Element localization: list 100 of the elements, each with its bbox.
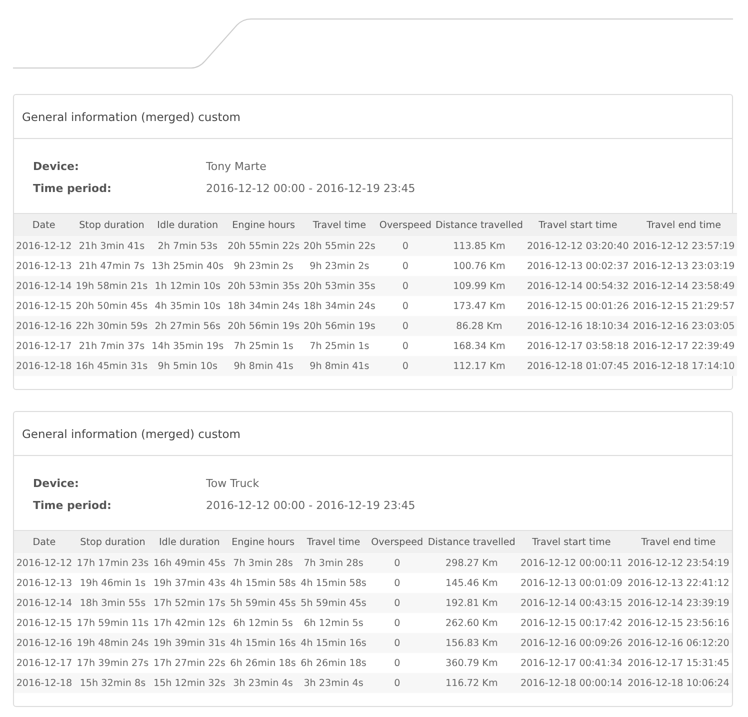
table-cell: 2016-12-17 22:39:49 xyxy=(630,336,737,356)
column-header: Idle duration xyxy=(150,214,226,236)
table-cell: 112.17 Km xyxy=(433,356,525,376)
table-cell: 2016-12-15 00:17:42 xyxy=(518,613,625,633)
column-header: Engine hours xyxy=(226,214,302,236)
table-cell: 2016-12-16 00:09:26 xyxy=(518,633,625,653)
table-cell: 2016-12-15 xyxy=(14,613,74,633)
info-value: Tony Marte xyxy=(206,160,268,173)
column-header: Travel time xyxy=(301,214,378,236)
table-cell: 0 xyxy=(368,553,426,573)
table-cell: 2016-12-15 xyxy=(14,296,74,316)
table-cell: 2h 27min 56s xyxy=(150,316,226,336)
table-cell: 6h 12min 5s xyxy=(228,613,298,633)
table-cell: 18h 34min 24s xyxy=(226,296,302,316)
table-cell: 7h 25min 1s xyxy=(226,336,302,356)
table-cell: 17h 27min 22s xyxy=(151,653,228,673)
table-cell: 9h 8min 41s xyxy=(301,356,378,376)
table-cell: 2016-12-12 23:57:19 xyxy=(630,236,737,256)
table-cell: 19h 48min 24s xyxy=(74,633,152,653)
table-cell: 13h 25min 40s xyxy=(150,256,226,276)
table-cell: 2016-12-15 00:01:26 xyxy=(524,296,631,316)
table-cell: 116.72 Km xyxy=(425,673,518,693)
column-header: Travel start time xyxy=(518,530,625,553)
table-cell: 2016-12-18 00:00:14 xyxy=(518,673,625,693)
table-cell: 2016-12-14 xyxy=(14,593,74,613)
table-cell: 20h 53min 35s xyxy=(226,276,302,296)
table-cell: 19h 58min 21s xyxy=(74,276,150,296)
table-cell: 17h 39min 27s xyxy=(74,653,152,673)
table-cell: 14h 35min 19s xyxy=(150,336,226,356)
table-cell: 0 xyxy=(377,356,434,376)
column-header: Travel start time xyxy=(524,214,631,236)
table-cell: 0 xyxy=(368,593,426,613)
table-cell: 2016-12-12 23:54:19 xyxy=(624,553,732,573)
table-cell: 20h 55min 22s xyxy=(226,236,302,256)
table-cell: 21h 3min 41s xyxy=(74,236,150,256)
info-label: Device: xyxy=(33,477,80,490)
table-cell: 0 xyxy=(377,236,434,256)
table-cell: 2016-12-18 xyxy=(14,673,74,693)
table-cell: 2016-12-12 00:00:11 xyxy=(518,553,625,573)
table-cell: 4h 35min 10s xyxy=(150,296,226,316)
table-cell: 2016-12-17 15:31:45 xyxy=(624,653,732,673)
table-cell: 9h 5min 10s xyxy=(150,356,226,376)
table-cell: 0 xyxy=(368,573,426,593)
table-cell: 262.60 Km xyxy=(425,613,518,633)
table-cell: 21h 7min 37s xyxy=(74,336,150,356)
table-cell: 2016-12-13 22:41:12 xyxy=(624,573,732,593)
table-cell: 2016-12-13 xyxy=(14,573,74,593)
table-cell: 2016-12-13 23:03:19 xyxy=(630,256,737,276)
table-cell: 7h 3min 28s xyxy=(228,553,298,573)
table-cell: 2016-12-15 21:29:57 xyxy=(630,296,737,316)
table-cell: 156.83 Km xyxy=(425,633,518,653)
table-cell: 6h 26min 18s xyxy=(298,653,369,673)
table-cell: 2016-12-12 xyxy=(14,236,74,256)
table-cell: 3h 23min 4s xyxy=(228,673,298,693)
table-cell: 16h 49min 45s xyxy=(151,553,228,573)
table-cell: 109.99 Km xyxy=(433,276,525,296)
table-cell: 19h 39min 31s xyxy=(151,633,228,653)
table-cell: 2016-12-12 xyxy=(14,553,74,573)
table-cell: 9h 23min 2s xyxy=(226,256,302,276)
table-cell: 2016-12-17 03:58:18 xyxy=(524,336,631,356)
table-cell: 21h 47min 7s xyxy=(74,256,150,276)
table-cell: 4h 15min 16s xyxy=(298,633,369,653)
column-header: Distance travelled xyxy=(425,530,518,553)
table-cell: 2016-12-16 xyxy=(14,316,74,336)
info-value: 2016-12-12 00:00 - 2016-12-19 23:45 xyxy=(206,499,416,512)
table-cell: 2016-12-17 xyxy=(14,336,74,356)
table-cell: 0 xyxy=(368,673,426,693)
table-cell: 18h 34min 24s xyxy=(301,296,378,316)
table-cell: 7h 3min 28s xyxy=(298,553,369,573)
info-label: Time period: xyxy=(33,182,112,195)
table-cell: 1h 12min 10s xyxy=(150,276,226,296)
table-cell: 5h 59min 45s xyxy=(228,593,298,613)
table-cell: 2016-12-18 xyxy=(14,356,74,376)
table-cell: 2016-12-16 06:12:20 xyxy=(624,633,732,653)
table-cell: 20h 56min 19s xyxy=(301,316,378,336)
table-cell: 173.47 Km xyxy=(433,296,525,316)
table-cell: 113.85 Km xyxy=(433,236,525,256)
column-header: Date xyxy=(14,530,74,553)
table-cell: 0 xyxy=(377,336,434,356)
table-cell: 2016-12-17 00:41:34 xyxy=(518,653,625,673)
table-cell: 2016-12-18 10:06:24 xyxy=(624,673,732,693)
table-cell: 145.46 Km xyxy=(425,573,518,593)
table-cell: 6h 26min 18s xyxy=(228,653,298,673)
table-cell: 19h 46min 1s xyxy=(74,573,152,593)
table-cell: 2016-12-13 00:01:09 xyxy=(518,573,625,593)
column-header: Travel end time xyxy=(630,214,737,236)
table-cell: 20h 56min 19s xyxy=(226,316,302,336)
table-cell: 0 xyxy=(368,653,426,673)
column-header: Stop duration xyxy=(74,214,150,236)
table-cell: 192.81 Km xyxy=(425,593,518,613)
table-cell: 2016-12-15 23:56:16 xyxy=(624,613,732,633)
info-value: 2016-12-12 00:00 - 2016-12-19 23:45 xyxy=(206,182,416,195)
column-header: Distance travelled xyxy=(433,214,525,236)
table-cell: 100.76 Km xyxy=(433,256,525,276)
table-cell: 360.79 Km xyxy=(425,653,518,673)
table-cell: 168.34 Km xyxy=(433,336,525,356)
table-cell: 0 xyxy=(368,633,426,653)
table-cell: 2016-12-13 00:02:37 xyxy=(524,256,631,276)
table-cell: 0 xyxy=(377,316,434,336)
table-cell: 298.27 Km xyxy=(425,553,518,573)
